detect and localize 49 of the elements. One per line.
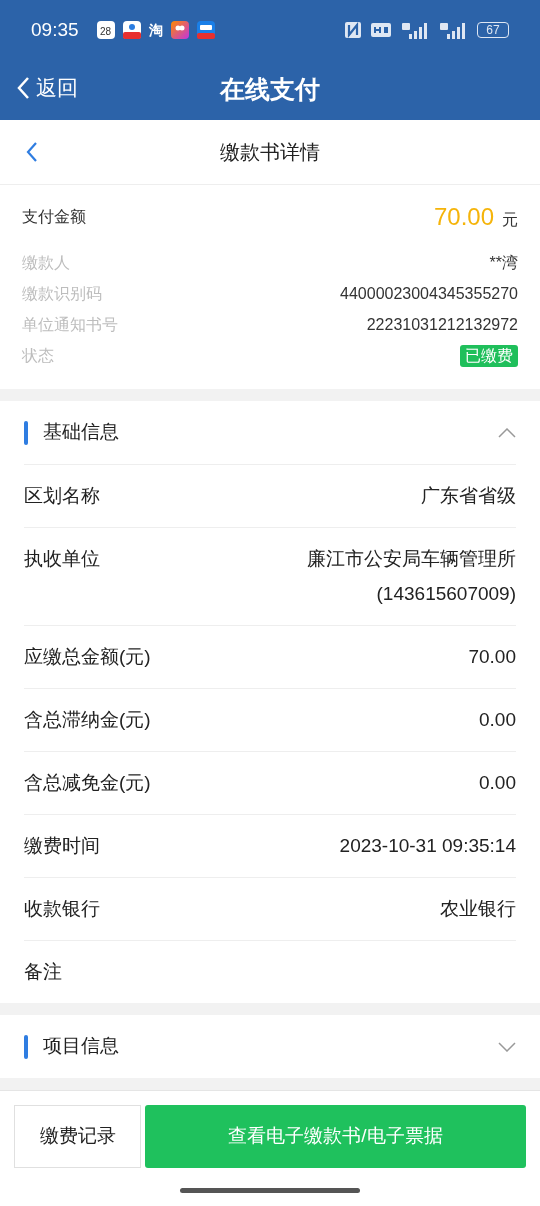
row-label: 备注 <box>24 960 62 984</box>
app-icon <box>170 21 189 39</box>
section-title: 项目信息 <box>43 1034 120 1059</box>
section-marker <box>24 420 28 445</box>
row-label: 执收单位 <box>24 547 100 571</box>
signal-icon <box>401 21 429 39</box>
expand-chevron-icon[interactable] <box>498 1040 516 1053</box>
status-badge: 已缴费 <box>460 344 518 367</box>
row-label: 应缴总金额(元) <box>24 645 151 669</box>
field-value: 22231031212132972 <box>366 314 518 335</box>
field-value: 44000023004345355270 <box>340 283 518 304</box>
row-label: 含总滞纳金(元) <box>24 708 151 732</box>
calendar-app-icon: 28 <box>96 21 115 39</box>
row-label: 收款银行 <box>24 897 100 921</box>
back-button[interactable]: 返回 <box>16 72 78 104</box>
back-chevron-icon <box>16 75 30 100</box>
row-value: 70.00 <box>468 645 516 669</box>
row-value: (143615607009) <box>376 582 516 606</box>
app-icon <box>122 21 141 39</box>
row-value: 0.00 <box>479 708 516 732</box>
row-value: 0.00 <box>479 771 516 795</box>
clock: 09:35 <box>31 17 79 42</box>
payment-records-button[interactable]: 缴费记录 <box>14 1105 141 1168</box>
row-value: 2023-10-31 09:35:14 <box>339 834 516 858</box>
row-value: 廉江市公安局车辆管理所 <box>307 547 516 571</box>
field-label: 单位通知书号 <box>22 314 118 335</box>
currency-unit: 元 <box>502 210 518 230</box>
battery-icon: 67 <box>477 22 509 38</box>
app-icon <box>196 21 215 39</box>
field-value: **湾 <box>489 252 518 273</box>
amount-label: 支付金额 <box>22 207 86 227</box>
hd-icon <box>371 23 391 37</box>
detail-title: 缴款书详情 <box>220 140 320 165</box>
signal-icon <box>439 21 467 39</box>
section-title: 基础信息 <box>43 420 120 445</box>
field-label: 状态 <box>22 345 54 366</box>
row-label: 含总减免金(元) <box>24 771 151 795</box>
row-label: 缴费时间 <box>24 834 100 858</box>
field-label: 缴款识别码 <box>22 283 102 304</box>
taobao-app-icon: 淘 <box>148 19 163 41</box>
nfc-icon <box>345 22 361 38</box>
page-title: 在线支付 <box>220 74 320 106</box>
row-value: 广东省省级 <box>421 484 516 508</box>
row-value: 农业银行 <box>440 897 516 921</box>
field-label: 缴款人 <box>22 252 70 273</box>
amount-value: 70.00 <box>433 202 494 232</box>
section-marker <box>24 1034 28 1059</box>
row-label: 区划名称 <box>24 484 100 508</box>
collapse-chevron-icon[interactable] <box>498 426 516 439</box>
